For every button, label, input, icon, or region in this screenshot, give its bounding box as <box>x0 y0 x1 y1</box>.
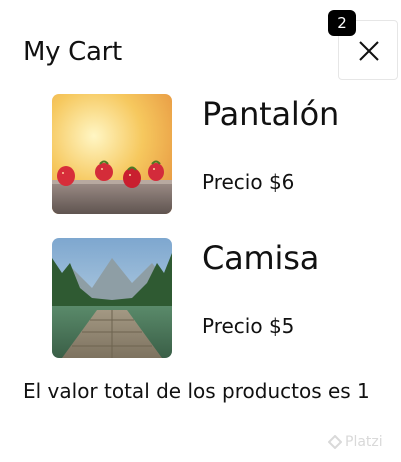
item-price: Precio $6 <box>202 170 295 194</box>
cart-count-badge: 2 <box>328 10 356 36</box>
item-name: Pantalón <box>202 95 340 133</box>
close-icon <box>359 41 379 61</box>
cart-total-text: El valor total de los productos es 1 <box>23 379 370 403</box>
watermark-text: Platzi <box>345 434 383 450</box>
item-price: Precio $5 <box>202 314 295 338</box>
product-image-strawberries <box>52 94 172 214</box>
product-image-lake <box>52 238 172 358</box>
platzi-watermark: Platzi <box>328 434 383 450</box>
cart-item: Pantalón Precio $6 <box>52 94 382 214</box>
cart-item: Camisa Precio $5 <box>52 238 382 358</box>
cart-title: My Cart <box>23 37 122 67</box>
platzi-logo-icon <box>328 435 342 449</box>
item-name: Camisa <box>202 239 320 277</box>
